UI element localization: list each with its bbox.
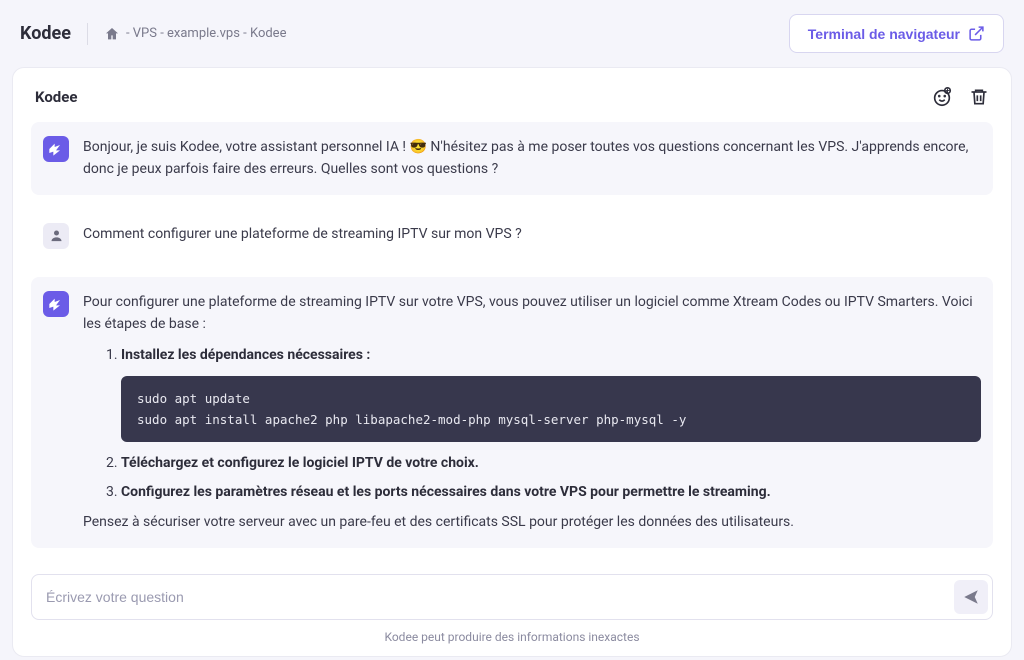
- bot-intro-text: Bonjour, je suis Kodee, votre assistant …: [83, 139, 968, 177]
- step-1: Installez les dépendances nécessaires : …: [121, 344, 981, 443]
- send-button[interactable]: [954, 580, 988, 614]
- step-1-title: Installez les dépendances nécessaires :: [121, 347, 370, 363]
- bot-avatar-icon: [48, 141, 64, 157]
- home-icon: [104, 26, 120, 42]
- browser-terminal-button[interactable]: Terminal de navigateur: [789, 14, 1004, 53]
- bot-avatar-icon: [48, 296, 64, 312]
- feedback-button[interactable]: [931, 86, 953, 108]
- delete-button[interactable]: [969, 87, 989, 107]
- chat-card: Kodee Bonjour, je suis Kodee, votre assi…: [12, 67, 1012, 657]
- bot-answer-content: Pour configurer une plateforme de stream…: [83, 291, 981, 534]
- logo: Kodee: [20, 23, 71, 44]
- card-header: Kodee: [31, 86, 993, 122]
- send-icon: [962, 588, 980, 606]
- breadcrumb-text: - VPS - example.vps - Kodee: [126, 26, 287, 41]
- bot-answer-footer: Pensez à sécuriser votre serveur avec un…: [83, 511, 981, 533]
- chat-body: Bonjour, je suis Kodee, votre assistant …: [31, 122, 993, 562]
- input-area: Kodee peut produire des informations ine…: [31, 562, 993, 644]
- external-link-icon: [968, 25, 985, 42]
- step-2: Téléchargez et configurez le logiciel IP…: [121, 452, 981, 474]
- topbar: Kodee - VPS - example.vps - Kodee Termin…: [0, 0, 1024, 67]
- topbar-left: Kodee - VPS - example.vps - Kodee: [20, 23, 286, 45]
- card-actions: [931, 86, 989, 108]
- bot-avatar: [43, 291, 69, 317]
- message-user: Comment configurer une plateforme de str…: [31, 209, 993, 263]
- trash-icon: [969, 87, 989, 107]
- breadcrumb[interactable]: - VPS - example.vps - Kodee: [104, 26, 287, 42]
- bot-avatar: [43, 136, 69, 162]
- chat-input[interactable]: [46, 579, 954, 615]
- steps-list: Installez les dépendances nécessaires : …: [83, 344, 981, 504]
- step-3: Configurez les paramètres réseau et les …: [121, 481, 981, 503]
- step-2-title: Téléchargez et configurez le logiciel IP…: [121, 455, 479, 471]
- code-block[interactable]: sudo apt update sudo apt install apache2…: [121, 376, 981, 443]
- bot-intro-content: Bonjour, je suis Kodee, votre assistant …: [83, 136, 981, 181]
- step-3-title: Configurez les paramètres réseau et les …: [121, 484, 771, 500]
- terminal-button-label: Terminal de navigateur: [808, 26, 960, 42]
- user-question-text: Comment configurer une plateforme de str…: [83, 223, 981, 249]
- chat-title: Kodee: [35, 88, 77, 106]
- input-row: [31, 574, 993, 620]
- user-avatar: [43, 223, 69, 249]
- divider: [87, 23, 88, 45]
- message-bot-answer: Pour configurer une plateforme de stream…: [31, 277, 993, 548]
- bot-answer-intro: Pour configurer une plateforme de stream…: [83, 291, 981, 336]
- smiley-settings-icon: [931, 86, 953, 108]
- message-bot-intro: Bonjour, je suis Kodee, votre assistant …: [31, 122, 993, 195]
- user-icon: [49, 228, 64, 243]
- disclaimer: Kodee peut produire des informations ine…: [31, 630, 993, 644]
